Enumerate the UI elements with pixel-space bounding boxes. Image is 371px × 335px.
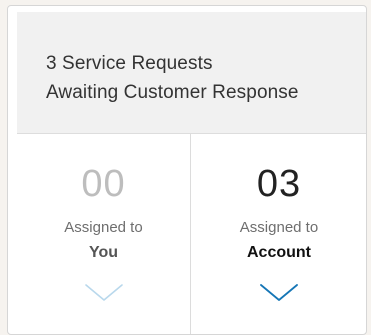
you-chevron-stroke <box>84 284 123 301</box>
account-count: 03 <box>256 163 302 205</box>
you-count: 00 <box>81 163 126 205</box>
assigned-to-account-panel[interactable]: 03 Assigned to Account <box>191 134 366 334</box>
stats-row: 00 Assigned to You 03 Assigned to Accoun… <box>17 134 366 334</box>
chevron-down-icon[interactable] <box>84 284 123 302</box>
you-assigned-label: Assigned to <box>64 219 143 236</box>
card-header: 3 Service Requests Awaiting Customer Res… <box>17 12 366 134</box>
chevron-down-icon[interactable] <box>260 284 298 302</box>
card-title: 3 Service Requests Awaiting Customer Res… <box>46 49 299 107</box>
you-target-label: You <box>88 244 119 261</box>
card-title-line-1: 3 Service Requests <box>46 53 213 74</box>
account-assigned-label: Assigned to <box>239 219 319 236</box>
assigned-to-you-panel[interactable]: 00 Assigned to You <box>17 134 190 334</box>
card-title-line-2: Awaiting Customer Response <box>46 82 299 103</box>
account-chevron-stroke <box>260 284 298 301</box>
account-target-label: Account <box>247 244 311 261</box>
service-requests-card: 3 Service Requests Awaiting Customer Res… <box>7 5 367 335</box>
